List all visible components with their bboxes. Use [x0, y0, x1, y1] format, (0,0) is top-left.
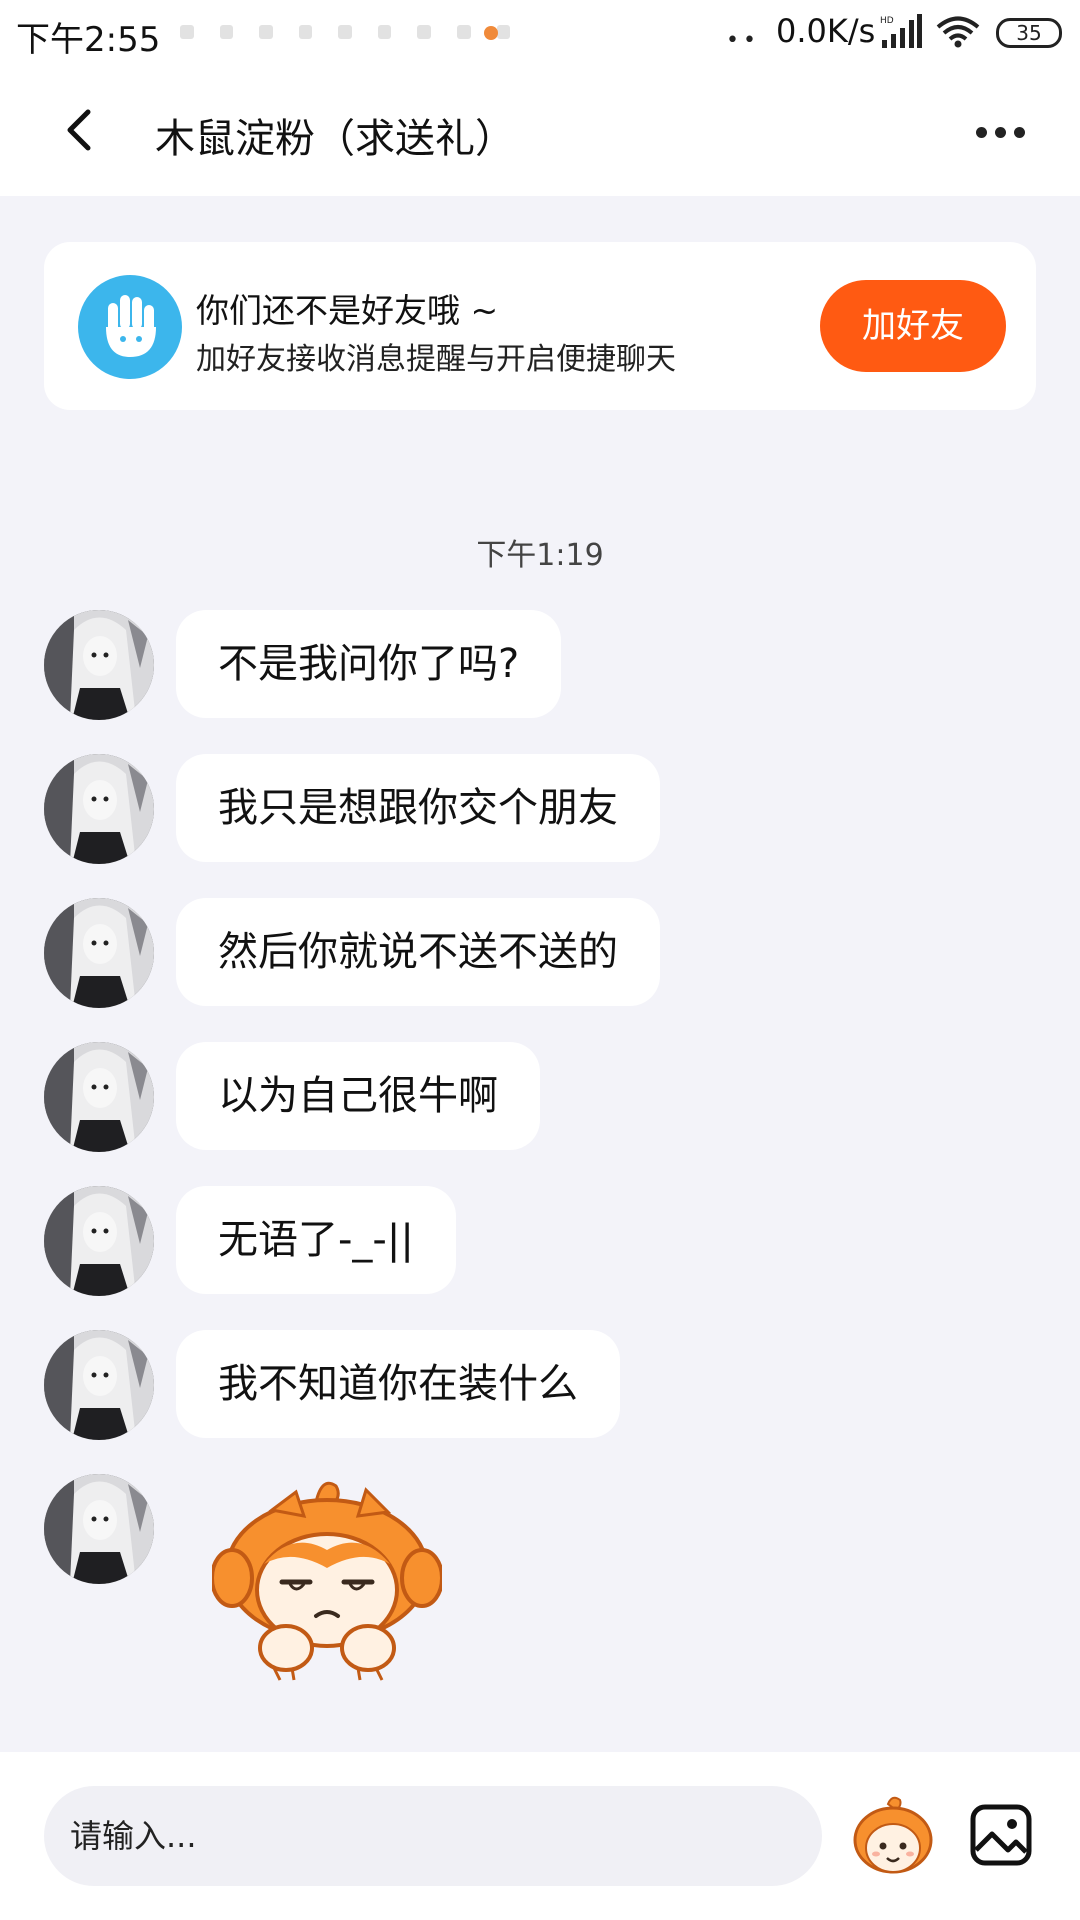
battery-icon: 35	[996, 18, 1062, 48]
notification-icons	[180, 22, 511, 42]
message-row: 然后你就说不送不送的	[0, 898, 1080, 1008]
message-row: 我不知道你在装什么	[0, 1330, 1080, 1440]
svg-text:HD: HD	[880, 16, 894, 26]
message-bubble[interactable]: 无语了-_-||	[176, 1186, 456, 1294]
image-icon[interactable]	[968, 1802, 1034, 1868]
wifi-icon	[936, 16, 980, 48]
mascot-emoji-icon[interactable]	[850, 1794, 936, 1880]
message-bubble[interactable]: 我不知道你在装什么	[176, 1330, 620, 1438]
message-bubble[interactable]: 然后你就说不送不送的	[176, 898, 660, 1006]
banner-subtitle: 加好友接收消息提醒与开启便捷聊天	[196, 342, 676, 377]
avatar[interactable]	[44, 1042, 154, 1152]
signal-icon: HD	[880, 14, 922, 48]
message-bubble[interactable]: 我只是想跟你交个朋友	[176, 754, 660, 862]
message-row: 不是我问你了吗?	[0, 610, 1080, 720]
input-bar	[0, 1752, 1080, 1920]
status-time: 下午2:55	[16, 20, 161, 60]
avatar[interactable]	[44, 610, 154, 720]
add-friend-button[interactable]: 加好友	[820, 280, 1006, 372]
status-bar: 下午2:55 •• 0.0K/s HD 35	[0, 0, 1080, 66]
message-bubble[interactable]: 以为自己很牛啊	[176, 1042, 540, 1150]
avatar[interactable]	[44, 1474, 154, 1584]
chat-area[interactable]: 你们还不是好友哦 ~ 加好友接收消息提醒与开启便捷聊天 加好友 下午1:19 不…	[0, 196, 1080, 1752]
avatar[interactable]	[44, 754, 154, 864]
more-options-button[interactable]	[970, 112, 1030, 152]
avatar[interactable]	[44, 898, 154, 1008]
banner-title: 你们还不是好友哦 ~	[196, 291, 499, 330]
chat-timestamp: 下午1:19	[476, 538, 604, 573]
status-dots-icon: ••	[726, 28, 760, 53]
unamused-mascot-sticker[interactable]	[212, 1472, 442, 1682]
message-input[interactable]	[44, 1786, 822, 1886]
message-row: 以为自己很牛啊	[0, 1042, 1080, 1152]
add-friend-banner: 你们还不是好友哦 ~ 加好友接收消息提醒与开启便捷聊天 加好友	[44, 242, 1036, 410]
network-speed: 0.0K/s	[776, 12, 876, 50]
message-row: 我只是想跟你交个朋友	[0, 754, 1080, 864]
avatar[interactable]	[44, 1186, 154, 1296]
message-bubble[interactable]: 不是我问你了吗?	[176, 610, 562, 718]
chat-header: 木鼠淀粉（求送礼）	[0, 66, 1080, 196]
hand-wave-icon	[78, 275, 182, 379]
message-row	[0, 1474, 1080, 1584]
notification-dot-icon	[484, 26, 498, 40]
message-row: 无语了-_-||	[0, 1186, 1080, 1296]
page-title: 木鼠淀粉（求送礼）	[155, 116, 515, 162]
back-button[interactable]	[52, 100, 112, 160]
avatar[interactable]	[44, 1330, 154, 1440]
